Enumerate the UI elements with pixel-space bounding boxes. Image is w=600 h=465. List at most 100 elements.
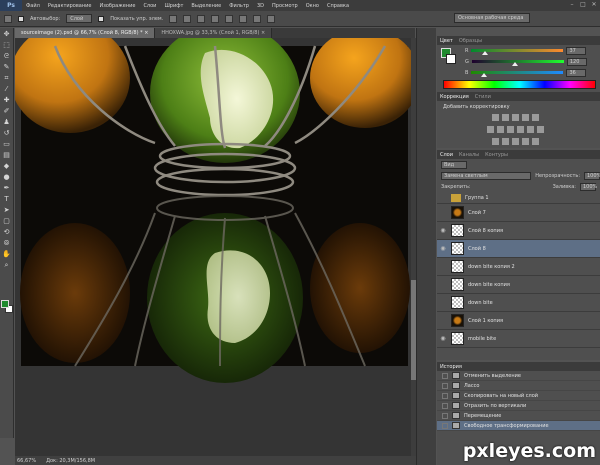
slider-track[interactable]: [471, 60, 564, 66]
visibility-eye-icon[interactable]: [439, 317, 447, 325]
posterize-icon[interactable]: [502, 138, 509, 145]
slider-value-input[interactable]: 36: [566, 68, 587, 77]
channel-mixer-icon[interactable]: [527, 126, 534, 133]
history-brush-source-icon[interactable]: [442, 412, 448, 419]
eraser-tool-icon[interactable]: ▭: [2, 140, 12, 149]
menu-item[interactable]: Слои: [139, 3, 160, 9]
fill-input[interactable]: 100%: [580, 182, 597, 191]
history-brush-source-icon[interactable]: [442, 392, 448, 399]
eyedropper-tool-icon[interactable]: ⁄: [2, 85, 12, 94]
layer-row[interactable]: ◉ mobile bite: [437, 330, 600, 348]
align-bottom-icon[interactable]: [197, 14, 206, 23]
visibility-eye-icon[interactable]: [439, 194, 447, 202]
tab-hhoxwa[interactable]: HHOXWA.jpg @ 33,3% (Слой 1, RGB/8) ×: [155, 28, 273, 38]
selective-color-icon[interactable]: [522, 138, 529, 145]
menu-item[interactable]: Окно: [302, 3, 323, 9]
threshold-icon[interactable]: [512, 138, 519, 145]
zoom-tool-icon[interactable]: ⌕: [2, 261, 12, 270]
color-balance-icon[interactable]: [497, 126, 504, 133]
photo-filter-icon[interactable]: [517, 126, 524, 133]
show-controls-checkbox[interactable]: [98, 15, 105, 22]
history-brush-source-icon[interactable]: [442, 372, 448, 379]
tab-swatches[interactable]: Образцы: [459, 38, 482, 44]
slider-thumb[interactable]: [482, 51, 489, 55]
curves-icon[interactable]: [512, 114, 519, 121]
type-tool-icon[interactable]: T: [2, 195, 12, 204]
menu-item[interactable]: Файл: [22, 3, 44, 9]
slider-track[interactable]: [471, 71, 564, 77]
invert-icon[interactable]: [492, 138, 499, 145]
tab-channels[interactable]: Каналы: [459, 152, 479, 158]
slider-thumb[interactable]: [481, 73, 488, 77]
tab-layers[interactable]: Слои: [440, 152, 453, 158]
panel-bg-swatch[interactable]: [446, 54, 456, 64]
brightness-icon[interactable]: [492, 114, 499, 121]
gradient-tool-icon[interactable]: ▤: [2, 151, 12, 160]
color-spectrum[interactable]: [443, 80, 596, 89]
history-item[interactable]: Отменить выделение: [437, 371, 600, 381]
menu-item[interactable]: Изображение: [95, 3, 139, 9]
history-brush-source-icon[interactable]: [442, 382, 448, 389]
3d-rotate-tool-icon[interactable]: ⟲: [2, 228, 12, 237]
workspace-dropdown[interactable]: Основная рабочая среда: [454, 13, 530, 23]
tab-styles[interactable]: Стили: [475, 94, 491, 100]
history-item[interactable]: Лассо: [437, 381, 600, 391]
crop-tool-icon[interactable]: ⌗: [2, 74, 12, 83]
visibility-eye-icon[interactable]: ◉: [439, 245, 447, 253]
healing-tool-icon[interactable]: ✚: [2, 96, 12, 105]
slider-value-input[interactable]: 37: [566, 46, 587, 55]
align-top-icon[interactable]: [169, 14, 178, 23]
marquee-tool-icon[interactable]: ⬚: [2, 41, 12, 50]
pen-tool-icon[interactable]: ✒: [2, 184, 12, 193]
visibility-eye-icon[interactable]: [439, 299, 447, 307]
tab-color[interactable]: Цвет: [440, 38, 453, 44]
layer-row[interactable]: ◉ Слой 8: [437, 240, 600, 258]
maximize-icon[interactable]: □: [579, 1, 587, 9]
foreground-color-swatch[interactable]: [1, 300, 9, 308]
stamp-tool-icon[interactable]: ♟: [2, 118, 12, 127]
autoselect-dropdown[interactable]: Слой: [66, 14, 93, 23]
history-item[interactable]: Свободное трансформирование: [437, 421, 600, 431]
visibility-eye-icon[interactable]: ◉: [439, 335, 447, 343]
align-middle-icon[interactable]: [183, 14, 192, 23]
3d-camera-tool-icon[interactable]: ⦾: [2, 239, 12, 248]
menu-item[interactable]: Просмотр: [268, 3, 302, 9]
vibrance-icon[interactable]: [532, 114, 539, 121]
hue-saturation-icon[interactable]: [487, 126, 494, 133]
hand-tool-icon[interactable]: ✋: [2, 250, 12, 259]
lasso-tool-icon[interactable]: ᘓ: [2, 52, 12, 61]
visibility-eye-icon[interactable]: [439, 209, 447, 217]
menu-item[interactable]: Справка: [323, 3, 353, 9]
tab-paths[interactable]: Контуры: [485, 152, 508, 158]
move-tool-icon[interactable]: [4, 14, 12, 23]
visibility-eye-icon[interactable]: ◉: [439, 227, 447, 235]
color-lookup-icon[interactable]: [537, 126, 544, 133]
autoselect-checkbox[interactable]: [18, 15, 24, 22]
history-item[interactable]: Отразить по вертикали: [437, 401, 600, 411]
levels-icon[interactable]: [502, 114, 509, 121]
close-icon[interactable]: ✕: [590, 1, 598, 9]
distribute-icon[interactable]: [253, 14, 262, 23]
history-brush-source-icon[interactable]: [442, 402, 448, 409]
zoom-level[interactable]: 66,67%: [17, 458, 36, 464]
exposure-icon[interactable]: [522, 114, 529, 121]
3d-mode-icon[interactable]: [267, 14, 276, 23]
move-tool-icon[interactable]: ✥: [2, 30, 12, 39]
shape-tool-icon[interactable]: ▢: [2, 217, 12, 226]
layer-row[interactable]: down bite: [437, 294, 600, 312]
align-center-icon[interactable]: [225, 14, 234, 23]
layer-kind-filter[interactable]: Вид: [441, 160, 467, 169]
blend-mode-dropdown[interactable]: Замена светлым: [441, 171, 532, 180]
layer-row[interactable]: Слой 7: [437, 204, 600, 222]
tab-history[interactable]: История: [440, 364, 462, 370]
opacity-input[interactable]: 100%: [584, 171, 600, 180]
visibility-eye-icon[interactable]: [439, 281, 447, 289]
layer-row[interactable]: ◉ Слой 8 копия: [437, 222, 600, 240]
slider-thumb[interactable]: [512, 62, 519, 66]
layer-row[interactable]: Группа 1: [437, 192, 600, 204]
menu-item[interactable]: 3D: [253, 3, 268, 9]
history-item[interactable]: Скопировать на новый слой: [437, 391, 600, 401]
visibility-eye-icon[interactable]: [439, 263, 447, 271]
tab-adjustments[interactable]: Коррекция: [440, 94, 469, 100]
align-left-icon[interactable]: [211, 14, 220, 23]
